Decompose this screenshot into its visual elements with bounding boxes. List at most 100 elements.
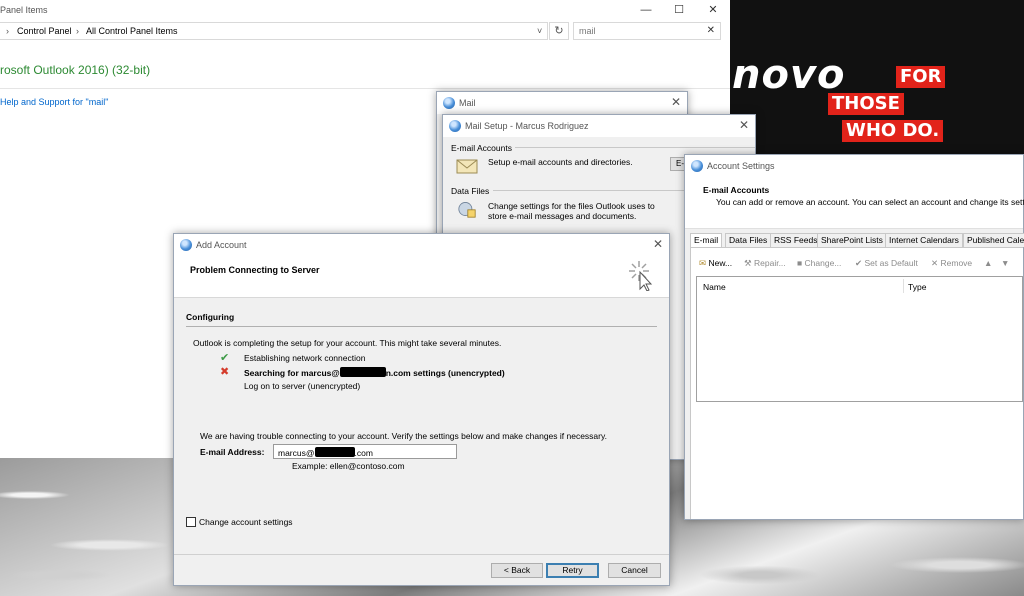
tab-published-calendars[interactable]: Published Cale	[963, 233, 1024, 247]
column-type[interactable]: Type	[908, 282, 926, 292]
group-divider	[515, 147, 755, 148]
data-files-icon	[458, 202, 476, 218]
checkmark-icon: ✔	[220, 352, 230, 364]
chevron-right-icon: ›	[6, 26, 9, 36]
new-account-button[interactable]: ✉ New...	[699, 258, 732, 269]
refresh-button[interactable]: ↻	[549, 22, 569, 40]
setup-intro-text: Outlook is completing the setup for your…	[193, 338, 502, 348]
add-account-dialog: Add Account ✕ Problem Connecting to Serv…	[173, 233, 670, 586]
tab-data-files[interactable]: Data Files	[725, 233, 772, 247]
refresh-icon: ↻	[554, 25, 564, 37]
step-search-settings: Searching for marcus@ n.com settings (une…	[244, 367, 505, 378]
header-subtitle: You can add or remove an account. You ca…	[716, 197, 1024, 207]
email-accounts-group-label: E-mail Accounts	[451, 143, 512, 153]
close-button[interactable]: ✕	[698, 2, 728, 18]
dialog-title: Mail	[459, 98, 476, 108]
brand-text: novo	[732, 52, 846, 98]
cancel-button[interactable]: Cancel	[608, 563, 661, 578]
change-label: Change...	[804, 258, 842, 268]
help-support-link[interactable]: Help and Support for "mail"	[0, 97, 108, 107]
repair-label: Repair...	[754, 258, 786, 268]
dialog-title: Mail Setup - Marcus Rodriguez	[465, 121, 589, 131]
data-files-description-2: store e-mail messages and documents.	[488, 211, 637, 221]
account-settings-icon	[691, 160, 703, 172]
window-title: Panel Items	[0, 5, 48, 15]
email-address-field[interactable]: marcus@ .com	[273, 444, 457, 459]
section-divider	[186, 326, 657, 327]
tab-internet-calendars[interactable]: Internet Calendars	[885, 233, 963, 247]
remove-label: Remove	[940, 258, 973, 268]
breadcrumb-control-panel[interactable]: Control Panel	[17, 26, 72, 36]
configuring-title: Configuring	[186, 312, 235, 322]
redaction-bar	[339, 367, 386, 377]
email-suffix: .com	[354, 448, 373, 458]
maximize-button[interactable]: ☐	[664, 2, 694, 18]
mail-icon	[443, 97, 455, 109]
tab-rss-feeds[interactable]: RSS Feeds	[770, 233, 822, 247]
dialog-title-bar: Mail Setup - Marcus Rodriguez ✕	[443, 115, 755, 137]
mail-icon	[449, 120, 461, 132]
error-x-icon: ✖	[220, 366, 230, 378]
dialog-title-bar: Mail ✕	[437, 92, 687, 114]
email-accounts-description: Setup e-mail accounts and directories.	[488, 157, 633, 167]
data-files-group-label: Data Files	[451, 186, 490, 196]
remove-icon: ✕	[931, 258, 939, 268]
lenovo-wallpaper: novo FOR THOSE WHO DO.	[730, 0, 1024, 155]
address-bar[interactable]: › Control Panel › All Control Panel Item…	[0, 22, 548, 40]
slogan-line-1: FOR	[896, 66, 946, 88]
set-default-button[interactable]: ✔ Set as Default	[855, 258, 918, 269]
move-up-icon[interactable]: ▲	[984, 258, 992, 268]
email-tab-panel: ✉ New... ⚒ Repair... ■ Change... ✔ Set a…	[690, 247, 1023, 519]
chevron-right-icon: ›	[76, 26, 79, 36]
outlook-result-title[interactable]: rosoft Outlook 2016) (32-bit)	[0, 63, 150, 77]
trouble-message: We are having trouble connecting to your…	[200, 431, 607, 441]
set-default-label: Set as Default	[864, 258, 918, 268]
search-input[interactable]: mail ✕	[573, 22, 721, 40]
close-icon[interactable]: ✕	[671, 95, 681, 109]
step-search-prefix: Searching for marcus@	[244, 368, 340, 378]
header-title: Problem Connecting to Server	[190, 265, 320, 275]
breadcrumb-all-items[interactable]: All Control Panel Items	[86, 26, 178, 36]
change-icon: ■	[797, 258, 803, 268]
close-icon[interactable]: ✕	[739, 118, 749, 132]
dialog-title-bar: Account Settings	[685, 155, 1023, 177]
slogan-line-3: WHO DO.	[842, 120, 944, 142]
tab-email[interactable]: E-mail	[690, 233, 723, 248]
email-address-label: E-mail Address:	[200, 447, 265, 457]
title-bar: Panel Items — ☐ ✕	[0, 0, 730, 20]
chevron-down-icon[interactable]: ˅	[537, 26, 542, 36]
column-name[interactable]: Name	[703, 282, 726, 292]
slogan-line-2: THOSE	[828, 93, 904, 115]
step-search-suffix: n.com settings (unencrypted)	[385, 368, 505, 378]
footer-divider	[174, 554, 669, 555]
step-network: Establishing network connection	[244, 353, 366, 363]
minimize-button[interactable]: —	[631, 2, 661, 18]
step-logon: Log on to server (unencrypted)	[244, 381, 361, 391]
wrench-icon: ⚒	[744, 258, 752, 268]
account-list[interactable]: Name Type	[696, 276, 1023, 402]
change-button[interactable]: ■ Change...	[797, 258, 841, 268]
column-separator[interactable]	[903, 279, 904, 293]
dialog-title: Account Settings	[707, 161, 775, 171]
tab-sharepoint-lists[interactable]: SharePoint Lists	[817, 233, 887, 247]
divider	[0, 88, 730, 89]
account-settings-dialog: Account Settings E-mail Accounts You can…	[684, 154, 1024, 520]
email-prefix: marcus@	[278, 448, 315, 458]
retry-button[interactable]: Retry	[546, 563, 599, 578]
close-icon[interactable]: ✕	[653, 237, 663, 251]
dialog-title-bar: Add Account ✕	[174, 234, 669, 256]
move-down-icon[interactable]: ▼	[1001, 258, 1009, 268]
dialog-title: Add Account	[196, 240, 247, 250]
add-account-icon	[180, 239, 192, 251]
progress-spinner-icon	[629, 261, 653, 291]
repair-button[interactable]: ⚒ Repair...	[744, 258, 786, 269]
check-circle-icon: ✔	[855, 258, 863, 268]
clear-search-icon[interactable]: ✕	[707, 25, 715, 36]
change-settings-label[interactable]: Change account settings	[199, 517, 293, 527]
change-settings-checkbox[interactable]	[186, 517, 196, 527]
new-label: New...	[708, 258, 733, 268]
add-account-body: Configuring Outlook is completing the se…	[174, 298, 669, 554]
remove-button[interactable]: ✕ Remove	[931, 258, 972, 269]
data-files-description-1: Change settings for the files Outlook us…	[488, 201, 655, 211]
back-button[interactable]: < Back	[491, 563, 543, 578]
